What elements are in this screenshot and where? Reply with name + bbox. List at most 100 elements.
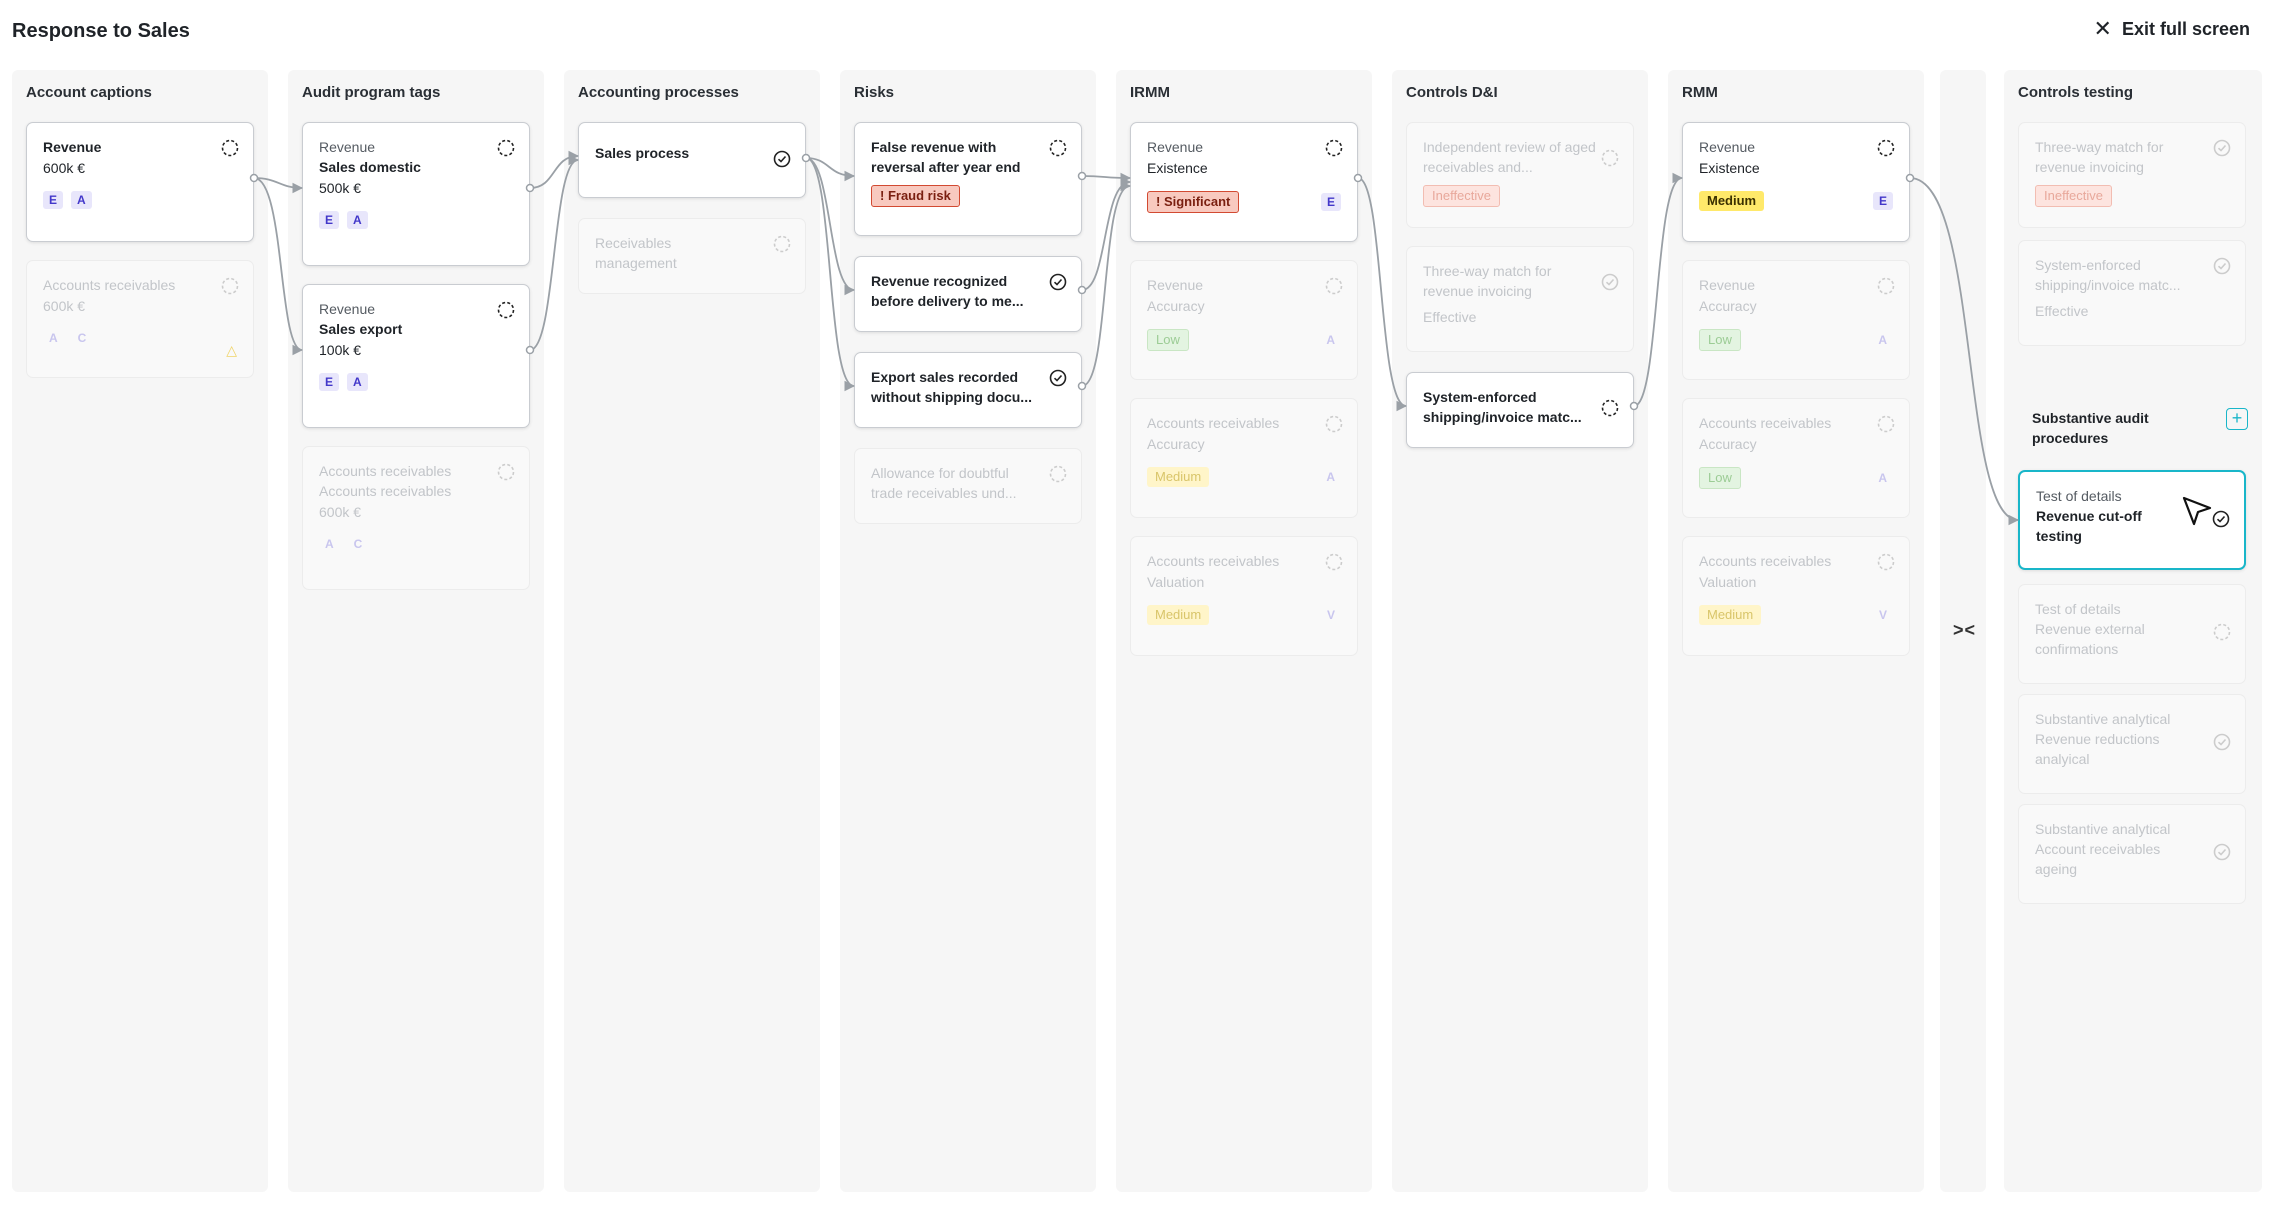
card-title: Allowance for doubtful trade receivables… bbox=[871, 465, 1017, 501]
card-subtitle: Accounts receivables bbox=[1147, 415, 1280, 431]
substantive-procedures-header: Substantive audit procedures + bbox=[2032, 408, 2254, 452]
assertion-tag: E bbox=[319, 373, 340, 391]
risk-card-export-sales[interactable]: Export sales recorded without shipping d… bbox=[854, 352, 1082, 428]
process-card-receivables[interactable]: Receivables management bbox=[578, 218, 806, 294]
card-value: 600k € bbox=[319, 504, 362, 520]
medium-badge: Medium bbox=[1147, 467, 1210, 487]
assertion-tag: A bbox=[347, 373, 368, 391]
card-title: Three-way match for revenue invoicing bbox=[1423, 263, 1552, 299]
irmm-card-ar-valuation[interactable]: Accounts receivables Valuation Medium V bbox=[1130, 536, 1358, 656]
irmm-card-ar-accuracy[interactable]: Accounts receivables Accuracy Medium A bbox=[1130, 398, 1358, 518]
column-title: Controls testing bbox=[2018, 84, 2133, 101]
check-circle-icon bbox=[773, 150, 791, 168]
irmm-card-revenue-accuracy[interactable]: Revenue Accuracy Low A bbox=[1130, 260, 1358, 380]
column-title: Risks bbox=[854, 84, 895, 101]
rmm-card-revenue-accuracy[interactable]: Revenue Accuracy Low A bbox=[1682, 260, 1910, 380]
exit-full-screen-button[interactable]: ✕ Exit full screen bbox=[2094, 18, 2251, 40]
dashed-circle-icon bbox=[1601, 149, 1619, 167]
dashed-circle-icon bbox=[1049, 465, 1067, 483]
caption-card-revenue[interactable]: Revenue 600k € EA bbox=[26, 122, 254, 242]
procedure-card-revenue-reductions[interactable]: Substantive analytical Revenue reduction… bbox=[2018, 694, 2246, 794]
card-title: False revenue with reversal after year e… bbox=[871, 139, 1021, 175]
control-card-three-way-match[interactable]: Three-way match for revenue invoicing Ef… bbox=[1406, 246, 1634, 352]
dashed-circle-icon bbox=[497, 301, 515, 319]
procedure-card-external-confirmations[interactable]: Test of details Revenue external confirm… bbox=[2018, 584, 2246, 684]
column-title: RMM bbox=[1682, 84, 1718, 101]
card-title: Accuracy bbox=[1699, 436, 1757, 452]
card-subtitle: Revenue bbox=[1147, 277, 1204, 293]
risk-card-allowance[interactable]: Allowance for doubtful trade receivables… bbox=[854, 448, 1082, 524]
dashed-circle-icon bbox=[1325, 277, 1343, 295]
card-title: Export sales recorded without shipping d… bbox=[871, 369, 1032, 405]
assertion-tag: V bbox=[1326, 608, 1335, 622]
card-subtitle: Accounts receivables bbox=[1699, 415, 1832, 431]
card-title: Revenue bbox=[43, 139, 102, 155]
card-subtitle: Substantive analytical bbox=[2035, 821, 2171, 837]
assertion-tag: A bbox=[71, 191, 92, 209]
card-title: Accuracy bbox=[1699, 298, 1757, 314]
warning-icon: △ bbox=[226, 342, 237, 358]
top-bar: Response to Sales ✕ Exit full screen bbox=[0, 0, 2270, 64]
collapsed-column: > < bbox=[1940, 70, 1986, 1192]
dashed-circle-icon bbox=[1325, 415, 1343, 433]
card-subtitle: Revenue bbox=[319, 139, 376, 155]
dashed-circle-icon bbox=[1049, 139, 1067, 157]
ineffective-badge: Ineffective bbox=[1423, 185, 1501, 207]
close-icon: ✕ bbox=[2093, 16, 2112, 41]
card-title: Receivables management bbox=[595, 235, 677, 271]
risk-card-revenue-recognized[interactable]: Revenue recognized before delivery to me… bbox=[854, 256, 1082, 332]
procedure-card-ar-ageing[interactable]: Substantive analytical Account receivabl… bbox=[2018, 804, 2246, 904]
card-value: 600k € bbox=[43, 160, 86, 176]
irmm-card-revenue-existence[interactable]: Revenue Existence ! Significant E bbox=[1130, 122, 1358, 242]
rmm-card-ar-accuracy[interactable]: Accounts receivables Accuracy Low A bbox=[1682, 398, 1910, 518]
assertion-tag: A bbox=[325, 537, 334, 551]
assertion-tag: E bbox=[1872, 192, 1893, 210]
card-subtitle: Substantive analytical bbox=[2035, 711, 2171, 727]
column-title: Controls D&I bbox=[1406, 84, 1498, 101]
dashed-circle-icon bbox=[1325, 139, 1343, 157]
tag-card-sales-domestic[interactable]: Revenue Sales domestic 500k € EA bbox=[302, 122, 530, 266]
assertion-tag: E bbox=[319, 211, 340, 229]
dashed-circle-icon bbox=[773, 235, 791, 253]
process-card-sales[interactable]: Sales process bbox=[578, 122, 806, 198]
test-card-three-way-match[interactable]: Three-way match for revenue invoicing In… bbox=[2018, 122, 2246, 228]
card-subtitle: Revenue bbox=[319, 301, 376, 317]
column-title: Account captions bbox=[26, 84, 152, 101]
plus-square-icon[interactable]: + bbox=[2226, 408, 2248, 430]
assertion-tag: A bbox=[1326, 470, 1335, 484]
column-title: IRMM bbox=[1130, 84, 1170, 101]
medium-badge: Medium bbox=[1147, 605, 1210, 625]
rmm-card-revenue-existence[interactable]: Revenue Existence Medium E bbox=[1682, 122, 1910, 242]
medium-badge: Medium bbox=[1699, 605, 1762, 625]
assertion-tag: C bbox=[353, 537, 363, 551]
assertion-tag: A bbox=[49, 331, 58, 345]
dashed-circle-icon bbox=[1877, 139, 1895, 157]
dashed-circle-icon bbox=[1877, 415, 1895, 433]
tag-card-accounts-receivables[interactable]: Accounts receivables Accounts receivable… bbox=[302, 446, 530, 590]
control-card-system-enforced[interactable]: System-enforced shipping/invoice matc... bbox=[1406, 372, 1634, 448]
card-subtitle: Revenue bbox=[1699, 277, 1756, 293]
assertion-tag: E bbox=[43, 191, 64, 209]
tag-card-sales-export[interactable]: Revenue Sales export 100k € EA bbox=[302, 284, 530, 428]
effective-label: Effective bbox=[2035, 303, 2089, 319]
risk-card-false-revenue[interactable]: False revenue with reversal after year e… bbox=[854, 122, 1082, 236]
caption-card-accounts-receivables[interactable]: Accounts receivables 600k € A C △ bbox=[26, 260, 254, 378]
dashed-circle-icon bbox=[221, 139, 239, 157]
test-card-system-enforced[interactable]: System-enforced shipping/invoice matc...… bbox=[2018, 240, 2246, 346]
column-risks: Risks bbox=[840, 70, 1096, 1192]
card-title: Existence bbox=[1147, 160, 1208, 176]
card-title: Revenue recognized before delivery to me… bbox=[871, 273, 1024, 309]
card-title: Revenue cut-off testing bbox=[2036, 508, 2142, 544]
collapse-columns-icon[interactable]: > < bbox=[1940, 620, 1986, 641]
card-subtitle: Revenue bbox=[1147, 139, 1204, 155]
control-card-independent-review[interactable]: Independent review of aged receivables a… bbox=[1406, 122, 1634, 228]
card-title: Independent review of aged receivables a… bbox=[1423, 139, 1596, 175]
dashed-circle-icon bbox=[497, 463, 515, 481]
assertion-tag: A bbox=[1326, 333, 1335, 347]
card-title: Account receivables ageing bbox=[2035, 841, 2161, 877]
dashed-circle-icon bbox=[1877, 553, 1895, 571]
card-title: Valuation bbox=[1699, 574, 1757, 590]
rmm-card-ar-valuation[interactable]: Accounts receivables Valuation Medium V bbox=[1682, 536, 1910, 656]
fraud-risk-badge: ! Fraud risk bbox=[871, 185, 960, 207]
check-circle-icon bbox=[2213, 733, 2231, 751]
